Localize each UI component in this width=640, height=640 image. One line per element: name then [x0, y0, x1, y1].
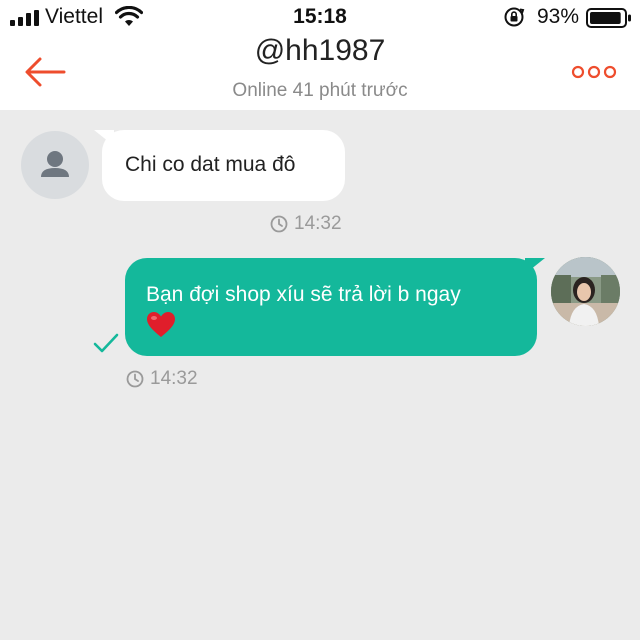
outgoing-message[interactable]: Bạn đợi shop xíu sẽ trả lời b ngay	[125, 258, 537, 356]
user-photo	[551, 257, 620, 326]
clock-icon	[270, 215, 288, 233]
message-time: 14:32	[126, 368, 216, 390]
heart-icon	[147, 312, 175, 337]
more-dots-icon[interactable]	[570, 62, 618, 82]
status-bar: Viettel 15:18 93%	[0, 0, 640, 36]
rotation-lock-icon	[504, 7, 525, 27]
clock-icon	[126, 370, 144, 388]
incoming-message[interactable]: Chi co dat mua đô	[102, 130, 345, 201]
message-time-text: 14:32	[150, 368, 198, 389]
message-time: 14:32	[270, 213, 360, 235]
outgoing-message-text: Bạn đợi shop xíu sẽ trả lời b ngay	[146, 283, 461, 306]
check-icon	[93, 333, 119, 353]
battery-percent: 93%	[537, 5, 580, 28]
chat-title: @hh1987	[254, 34, 386, 67]
online-status: Online 41 phút trước	[232, 80, 408, 101]
user-avatar[interactable]	[551, 257, 620, 326]
person-icon	[41, 151, 69, 177]
contact-avatar[interactable]	[21, 131, 89, 199]
battery-icon	[586, 8, 631, 28]
top-bar: Viettel 15:18 93% @hh1987 Online 41 phút…	[0, 0, 640, 110]
message-time-text: 14:32	[294, 213, 342, 234]
